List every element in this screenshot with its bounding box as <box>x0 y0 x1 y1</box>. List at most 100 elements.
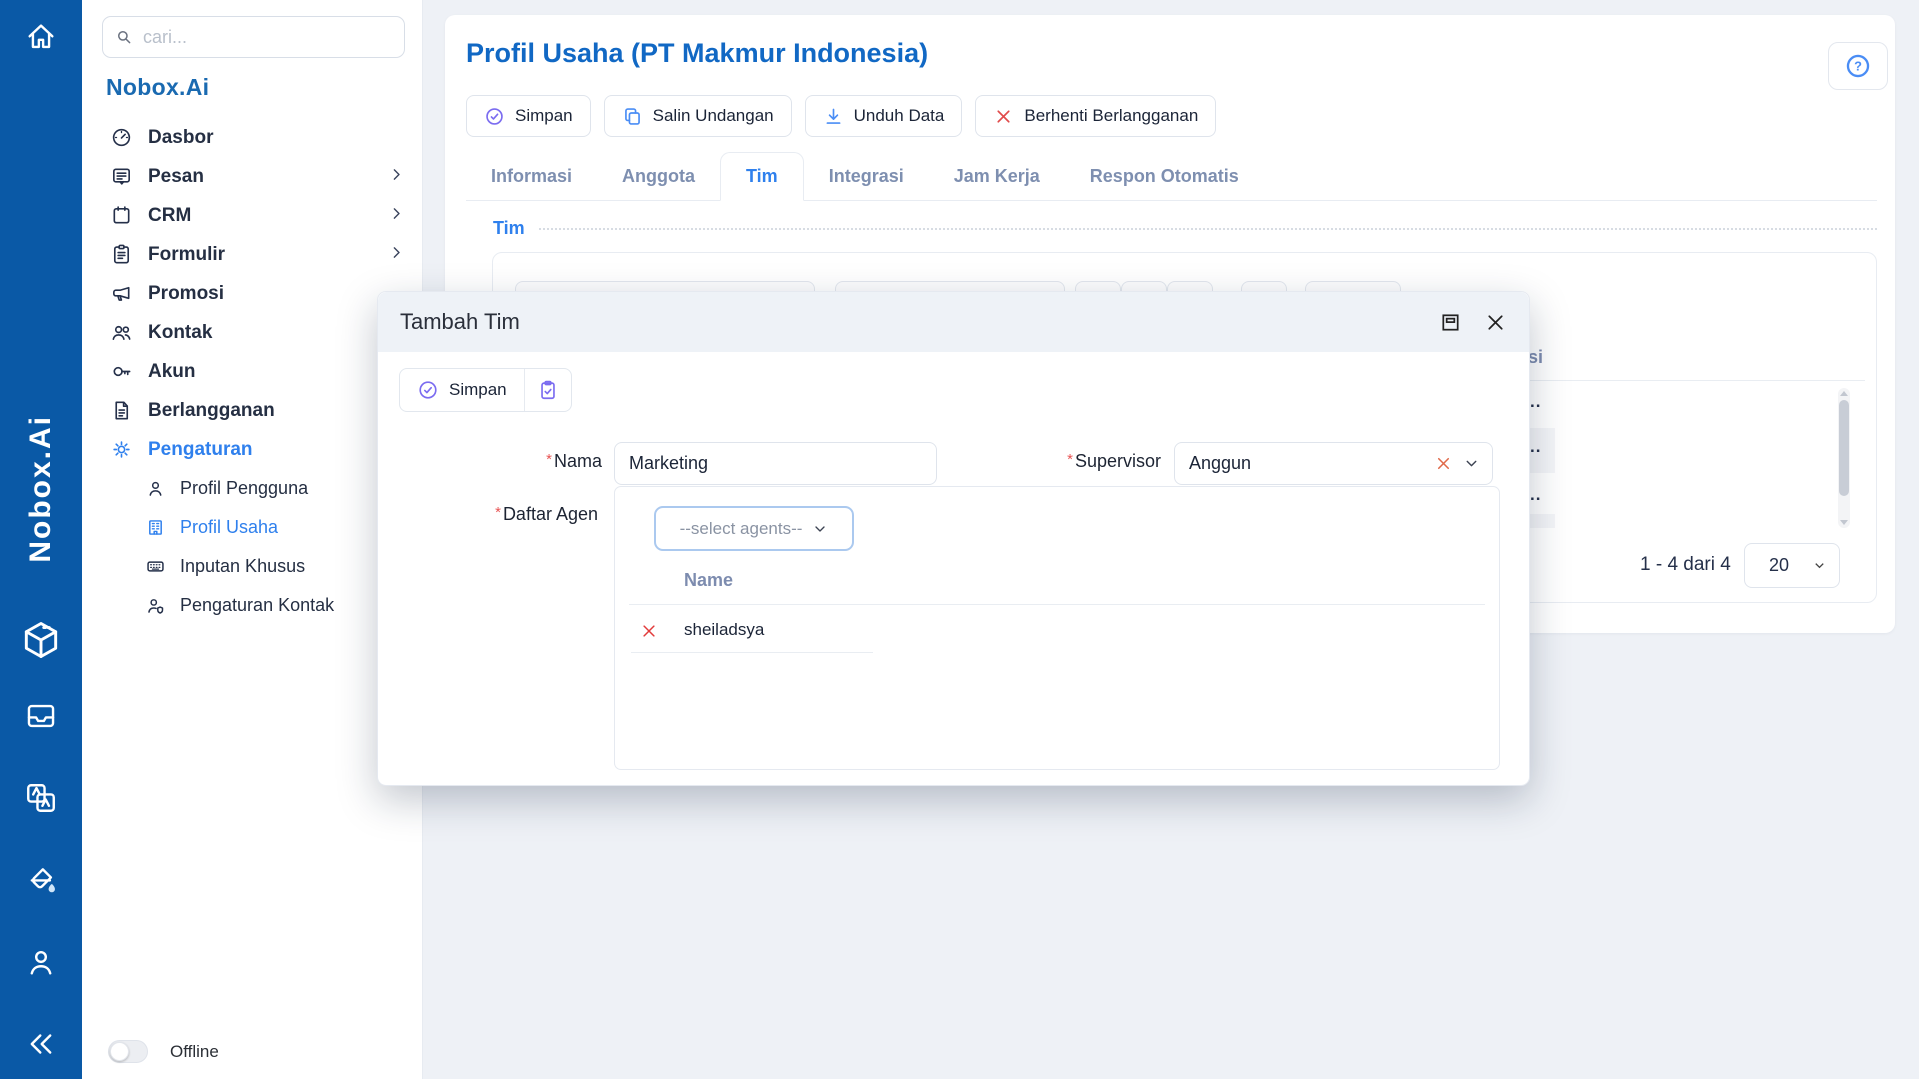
berhenti-berlangganan-button[interactable]: Berhenti Berlangganan <box>975 95 1216 137</box>
sidebar-subitem-pengaturan-kontak[interactable]: Pengaturan Kontak <box>82 586 423 625</box>
sidebar-item-kontak[interactable]: Kontak <box>82 313 423 352</box>
close-icon[interactable] <box>1484 311 1507 334</box>
button-label: Salin Undangan <box>653 106 774 126</box>
sidebar-item-label: Dasbor <box>148 127 213 149</box>
pagination-range: 1 - 4 dari 4 <box>1640 554 1731 576</box>
sidebar-subitem-label: Inputan Khusus <box>180 556 305 577</box>
daftar-agen-label: *Daftar Agen <box>378 504 598 525</box>
clipboard-check-button[interactable] <box>525 369 571 411</box>
supervisor-select[interactable]: Anggun <box>1174 442 1493 485</box>
sidebar-item-akun[interactable]: Akun <box>82 352 423 391</box>
sidebar-item-pengaturan[interactable]: Pengaturan <box>82 430 423 469</box>
sidebar-item-label: Pesan <box>148 166 204 188</box>
help-button[interactable]: ? <box>1828 42 1888 90</box>
gear-icon <box>109 438 133 462</box>
rail-vertical-brand: Nobox.Ai <box>0 415 82 568</box>
agent-row: sheiladsya <box>615 613 1499 653</box>
sidebar-item-berlangganan[interactable]: Berlangganan <box>82 391 423 430</box>
nama-input[interactable] <box>614 442 937 485</box>
background-row-text: .. <box>1530 485 1541 505</box>
toggle-knob <box>110 1042 129 1061</box>
table-scrollbar[interactable] <box>1838 388 1850 528</box>
tab-informasi[interactable]: Informasi <box>466 153 597 200</box>
sidebar-item-formulir[interactable]: Formulir <box>82 235 423 274</box>
simpan-button[interactable]: Simpan <box>466 95 591 137</box>
search-input[interactable] <box>143 27 392 48</box>
question-mark: ? <box>1854 59 1862 74</box>
megaphone-icon <box>109 282 133 306</box>
modal-title: Tambah Tim <box>400 309 520 335</box>
sidebar-item-crm[interactable]: CRM <box>82 196 423 235</box>
download-icon <box>823 106 844 127</box>
offline-toggle[interactable] <box>108 1040 148 1063</box>
unduh-data-button[interactable]: Unduh Data <box>805 95 963 137</box>
sidebar-subitem-inputan-khusus[interactable]: Inputan Khusus <box>82 547 423 586</box>
button-label: Unduh Data <box>854 106 945 126</box>
supervisor-value: Anggun <box>1189 453 1434 474</box>
collapse-sidebar-icon[interactable] <box>22 1025 60 1063</box>
message-icon <box>109 165 133 189</box>
button-label: Berhenti Berlangganan <box>1024 106 1198 126</box>
document-icon <box>109 399 133 423</box>
person-icon <box>144 478 166 500</box>
select-agents-placeholder: --select agents-- <box>680 519 803 539</box>
sidebar-item-label: Pengaturan <box>148 439 253 461</box>
sidebar-subitem-label: Profil Usaha <box>180 517 278 538</box>
sidebar-search <box>102 16 405 58</box>
scrollbar-thumb[interactable] <box>1839 400 1849 496</box>
salin-undangan-button[interactable]: Salin Undangan <box>604 95 792 137</box>
remove-agent-icon[interactable] <box>640 622 658 640</box>
button-label: Simpan <box>515 106 573 126</box>
sidebar-item-promosi[interactable]: Promosi <box>82 274 423 313</box>
tab-tim[interactable]: Tim <box>720 152 804 201</box>
sidebar-item-dasbor[interactable]: Dasbor <box>82 118 423 157</box>
sidebar-subitem-label: Profil Pengguna <box>180 478 308 499</box>
scroll-up-arrow[interactable] <box>1840 391 1848 396</box>
agent-row-divider <box>631 652 873 653</box>
profile-actions: Simpan Salin Undangan Unduh Data Berhent… <box>466 95 1216 137</box>
chevron-down-icon <box>1463 455 1480 472</box>
restore-window-icon[interactable] <box>1439 311 1462 334</box>
building-icon <box>144 517 166 539</box>
agents-header-divider <box>629 604 1485 605</box>
scroll-down-arrow[interactable] <box>1840 520 1848 525</box>
chevron-down-icon <box>812 521 828 537</box>
agent-name: sheiladsya <box>684 620 764 640</box>
sidebar-item-pesan[interactable]: Pesan <box>82 157 423 196</box>
chevron-right-icon <box>388 166 405 188</box>
offline-toggle-row: Offline <box>108 1040 219 1063</box>
tab-integrasi[interactable]: Integrasi <box>804 153 929 200</box>
tim-section-header: Tim <box>493 218 1877 239</box>
required-asterisk: * <box>495 504 501 521</box>
tab-respon-otomatis[interactable]: Respon Otomatis <box>1065 153 1264 200</box>
sidebar-subitem-label: Pengaturan Kontak <box>180 595 334 616</box>
app: Nobox.Ai <box>0 0 1919 1079</box>
chevron-down-icon <box>1812 558 1827 573</box>
offline-label: Offline <box>170 1042 219 1062</box>
copy-icon <box>622 106 643 127</box>
sidebar-item-label: Formulir <box>148 244 225 266</box>
theme-fill-icon[interactable] <box>22 861 60 899</box>
check-circle-icon <box>484 106 505 127</box>
sidebar-item-label: Kontak <box>148 322 212 344</box>
clear-selection-icon[interactable] <box>1434 454 1453 473</box>
sidebar-subitem-profil-pengguna[interactable]: Profil Pengguna <box>82 469 423 508</box>
chevron-right-icon <box>388 205 405 227</box>
home-icon[interactable] <box>22 18 60 56</box>
sidebar-brand: Nobox.Ai <box>106 74 209 101</box>
sidebar-subitem-profil-usaha[interactable]: Profil Usaha <box>82 508 423 547</box>
user-icon[interactable] <box>22 943 60 981</box>
modal-header: Tambah Tim <box>378 292 1529 352</box>
agents-panel: --select agents-- Name sheiladsya <box>614 486 1500 770</box>
tab-anggota[interactable]: Anggota <box>597 153 720 200</box>
required-asterisk: * <box>1067 451 1073 468</box>
page-size-select[interactable]: 20 <box>1744 543 1840 588</box>
select-agents-dropdown[interactable]: --select agents-- <box>654 506 854 551</box>
search-icon <box>115 27 133 47</box>
profile-tabs: Informasi Anggota Tim Integrasi Jam Kerj… <box>466 152 1877 201</box>
tab-jam-kerja[interactable]: Jam Kerja <box>929 153 1065 200</box>
sidebar-item-label: Promosi <box>148 283 224 305</box>
inbox-icon[interactable] <box>22 697 60 735</box>
translate-icon[interactable] <box>22 779 60 817</box>
modal-save-button[interactable]: Simpan <box>400 369 524 411</box>
